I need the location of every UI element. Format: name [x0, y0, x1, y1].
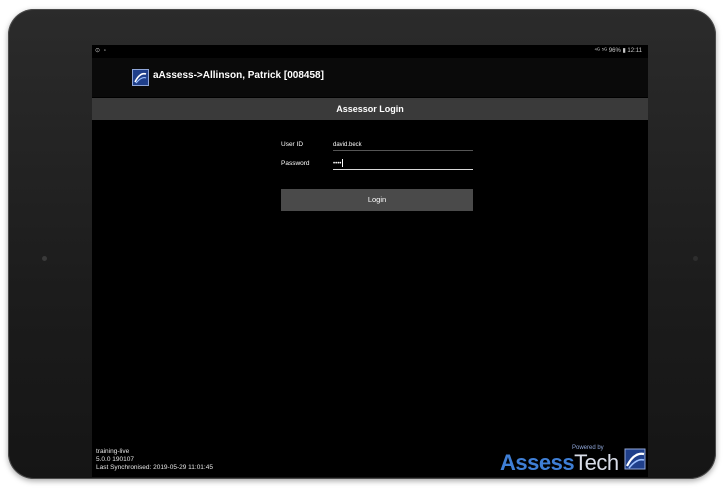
- app-logo-icon: [132, 69, 149, 86]
- app-title: aAssess->Allinson, Patrick [008458]: [153, 70, 324, 81]
- version-label: 5.0.0 190107: [96, 456, 134, 463]
- password-value: ••••: [333, 161, 342, 167]
- password-input[interactable]: ••••: [333, 159, 473, 170]
- environment-label: training-live: [96, 448, 130, 455]
- user-id-value: david.beck: [333, 142, 362, 148]
- status-bar: ⊙ ▫ ⁴ᴳ ⁵ᴳ 96% ▮ 12:11: [92, 45, 648, 58]
- tablet-frame: ⊙ ▫ ⁴ᴳ ⁵ᴳ 96% ▮ 12:11 aAssess->Allinson,…: [8, 9, 716, 479]
- app-bar: aAssess->Allinson, Patrick [008458]: [92, 58, 648, 97]
- page-header: Assessor Login: [92, 98, 648, 120]
- home-sensor: [42, 256, 47, 261]
- brand-part-assess: Assess: [500, 450, 575, 475]
- login-button[interactable]: Login: [281, 189, 473, 211]
- app-screen: ⊙ ▫ ⁴ᴳ ⁵ᴳ 96% ▮ 12:11 aAssess->Allinson,…: [92, 45, 648, 477]
- user-id-label: User ID: [281, 141, 304, 148]
- text-caret: [342, 159, 344, 168]
- assesstech-logo-icon: [624, 448, 646, 470]
- last-sync-label: Last Synchronised: 2019-05-29 11:01:45: [96, 464, 213, 471]
- status-left-icons: ⊙ ▫: [95, 48, 107, 54]
- status-right-info: ⁴ᴳ ⁵ᴳ 96% ▮ 12:11: [594, 48, 642, 54]
- user-id-input[interactable]: david.beck: [333, 140, 473, 151]
- brand-part-tech: Tech: [574, 450, 619, 475]
- page-title: Assessor Login: [336, 104, 404, 114]
- camera: [693, 256, 698, 261]
- assesstech-logo-text: AssessTech: [500, 450, 619, 476]
- password-label: Password: [281, 160, 310, 167]
